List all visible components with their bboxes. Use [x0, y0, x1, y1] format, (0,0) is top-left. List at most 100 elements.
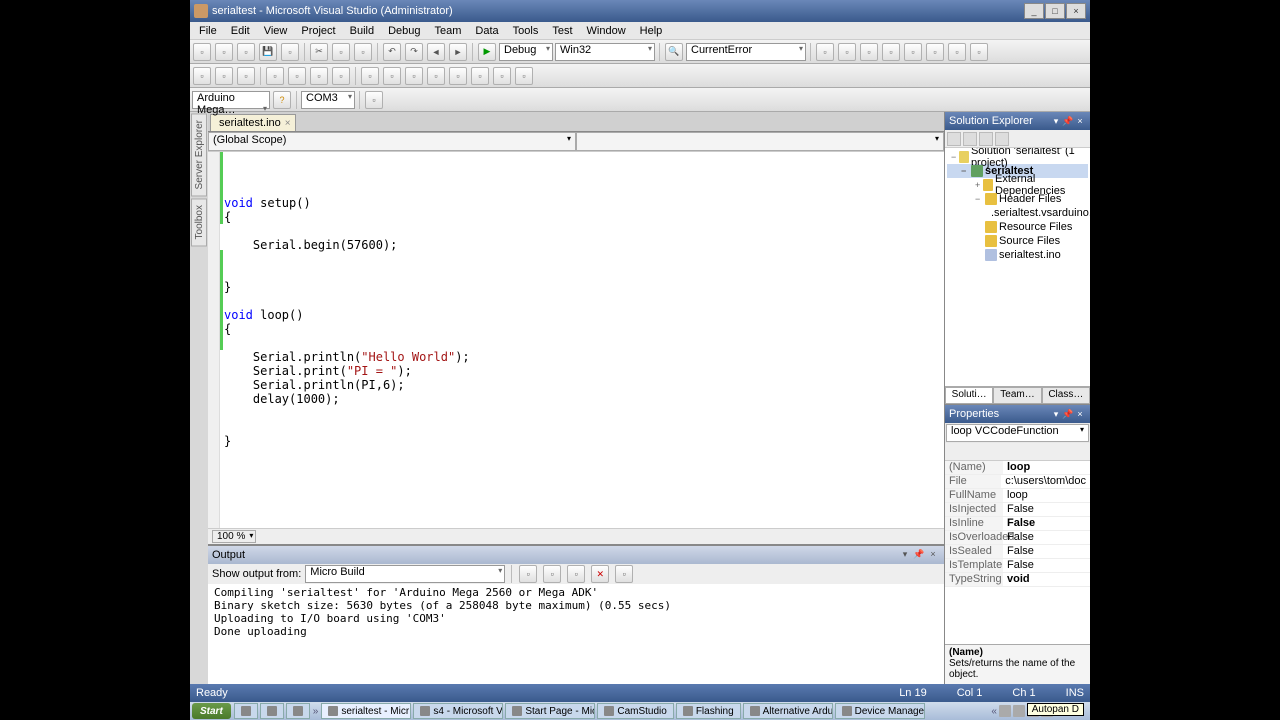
tool-f[interactable]: ▫ — [926, 43, 944, 61]
start-debug-button[interactable]: ▶ — [478, 43, 496, 61]
configuration-dropdown[interactable]: Debug — [499, 43, 553, 61]
tb-a[interactable]: ▫ — [361, 67, 379, 85]
member-dropdown[interactable] — [576, 132, 944, 151]
prop-row[interactable]: IsInjectedFalse — [945, 503, 1090, 517]
menu-debug[interactable]: Debug — [381, 23, 427, 39]
output-pin-icon[interactable]: 📌 — [912, 549, 926, 561]
new-project-button[interactable]: ▫ — [193, 43, 211, 61]
cut-button[interactable]: ✂ — [310, 43, 328, 61]
sol-tool-b[interactable] — [963, 132, 977, 146]
paste-button[interactable]: ▫ — [354, 43, 372, 61]
folder-source-files[interactable]: Source Files — [947, 234, 1088, 248]
bookmark-next-button[interactable]: ▫ — [237, 67, 255, 85]
board-info-button[interactable]: ? — [273, 91, 291, 109]
sol-tool-c[interactable] — [979, 132, 993, 146]
tb-c[interactable]: ▫ — [405, 67, 423, 85]
error-scope-dropdown[interactable]: CurrentError — [686, 43, 806, 61]
solution-tree[interactable]: −Solution 'serialtest' (1 project) −seri… — [945, 148, 1090, 386]
server-explorer-tab[interactable]: Server Explorer — [191, 113, 207, 196]
output-text[interactable]: Compiling 'serialtest' for 'Arduino Mega… — [208, 584, 944, 684]
add-item-button[interactable]: ▫ — [215, 43, 233, 61]
close-button[interactable]: × — [1066, 3, 1086, 19]
tool-d[interactable]: ▫ — [882, 43, 900, 61]
menu-team[interactable]: Team — [428, 23, 469, 39]
menu-data[interactable]: Data — [468, 23, 505, 39]
panel-pin-icon[interactable]: 📌 — [1062, 116, 1074, 127]
folder-external-deps[interactable]: +External Dependencies — [947, 178, 1088, 192]
tab-team-explorer[interactable]: Team… — [993, 387, 1041, 404]
redo-button[interactable]: ↷ — [405, 43, 423, 61]
menu-project[interactable]: Project — [294, 23, 342, 39]
folder-resource-files[interactable]: Resource Files — [947, 220, 1088, 234]
menu-build[interactable]: Build — [343, 23, 381, 39]
taskbar-item-camstudio[interactable]: CamStudio — [597, 703, 673, 719]
panel-close-icon[interactable]: × — [1074, 116, 1086, 126]
prop-row[interactable]: Filec:\users\tom\doc — [945, 475, 1090, 489]
menu-window[interactable]: Window — [580, 23, 633, 39]
quicklaunch[interactable] — [260, 703, 284, 719]
taskbar-item-serialtest[interactable]: serialtest - Micr… — [321, 703, 411, 719]
board-dropdown[interactable]: Arduino Mega… — [192, 91, 270, 109]
prop-row[interactable]: TypeStringvoid — [945, 573, 1090, 587]
taskbar-item-startpage[interactable]: Start Page - Micros… — [505, 703, 595, 719]
find-button[interactable]: 🔍 — [665, 43, 683, 61]
sol-tool-a[interactable] — [947, 132, 961, 146]
tb-b[interactable]: ▫ — [383, 67, 401, 85]
indent-dec-button[interactable]: ▫ — [266, 67, 284, 85]
solution-node[interactable]: −Solution 'serialtest' (1 project) — [947, 150, 1088, 164]
open-button[interactable]: ▫ — [237, 43, 255, 61]
start-button[interactable]: Start — [192, 703, 231, 719]
nav-back-button[interactable]: ◄ — [427, 43, 445, 61]
file-tab-serialtest[interactable]: serialtest.ino × — [210, 114, 296, 131]
code-editor[interactable]: ⊟void setup() { Serial.begin(57600); } ⊟… — [208, 152, 944, 528]
quicklaunch[interactable] — [234, 703, 258, 719]
menu-help[interactable]: Help — [633, 23, 670, 39]
sol-tool-d[interactable] — [995, 132, 1009, 146]
prop-row[interactable]: FullNameloop — [945, 489, 1090, 503]
nav-fwd-button[interactable]: ► — [449, 43, 467, 61]
copy-button[interactable]: ▫ — [332, 43, 350, 61]
menu-view[interactable]: View — [257, 23, 295, 39]
save-button[interactable]: 💾 — [259, 43, 277, 61]
menu-file[interactable]: File — [192, 23, 224, 39]
output-close-icon[interactable]: × — [926, 549, 940, 561]
toolbox-tab[interactable]: Toolbox — [191, 198, 207, 246]
scope-dropdown[interactable]: (Global Scope) — [208, 132, 576, 151]
indent-inc-button[interactable]: ▫ — [288, 67, 306, 85]
platform-dropdown[interactable]: Win32 — [555, 43, 655, 61]
panel-dropdown-icon[interactable]: ▾ — [1050, 116, 1062, 127]
tb-h[interactable]: ▫ — [515, 67, 533, 85]
close-tab-icon[interactable]: × — [285, 118, 291, 129]
output-prev-button[interactable]: ▫ — [543, 565, 561, 583]
code-body[interactable]: ⊟void setup() { Serial.begin(57600); } ⊟… — [220, 152, 944, 528]
bookmark-prev-button[interactable]: ▫ — [215, 67, 233, 85]
output-wrap-button[interactable]: ▫ — [615, 565, 633, 583]
tab-class-view[interactable]: Class… — [1042, 387, 1090, 404]
output-next-button[interactable]: ▫ — [567, 565, 585, 583]
taskbar-item-flashing[interactable]: Flashing — [676, 703, 741, 719]
menu-edit[interactable]: Edit — [224, 23, 257, 39]
tool-a[interactable]: ▫ — [816, 43, 834, 61]
tb-g[interactable]: ▫ — [493, 67, 511, 85]
tool-h[interactable]: ▫ — [970, 43, 988, 61]
uncomment-button[interactable]: ▫ — [332, 67, 350, 85]
zoom-dropdown[interactable]: 100 % — [212, 530, 256, 543]
prop-row[interactable]: (Name)loop — [945, 461, 1090, 475]
bookmark-button[interactable]: ▫ — [193, 67, 211, 85]
prop-dropdown-icon[interactable]: ▾ — [1050, 409, 1062, 420]
prop-row[interactable]: IsOverloadedFalse — [945, 531, 1090, 545]
prop-row[interactable]: IsSealedFalse — [945, 545, 1090, 559]
tab-solution-explorer[interactable]: Soluti… — [945, 387, 993, 404]
prop-close-icon[interactable]: × — [1074, 409, 1086, 419]
properties-grid[interactable]: (Name)loopFilec:\users\tom\docFullNamelo… — [945, 461, 1090, 644]
comment-button[interactable]: ▫ — [310, 67, 328, 85]
minimize-button[interactable]: _ — [1024, 3, 1044, 19]
prop-pin-icon[interactable]: 📌 — [1062, 409, 1074, 420]
taskbar-item-alt-arduino[interactable]: Alternative Ardu… — [743, 703, 833, 719]
output-find-button[interactable]: ▫ — [519, 565, 537, 583]
taskbar-item-s4[interactable]: s4 - Microsoft Visu… — [413, 703, 503, 719]
tray-icon[interactable] — [999, 705, 1011, 717]
file-vsarduino-h[interactable]: .serialtest.vsarduino.h — [947, 206, 1088, 220]
save-all-button[interactable]: ▫ — [281, 43, 299, 61]
output-dropdown-icon[interactable]: ▾ — [898, 549, 912, 561]
